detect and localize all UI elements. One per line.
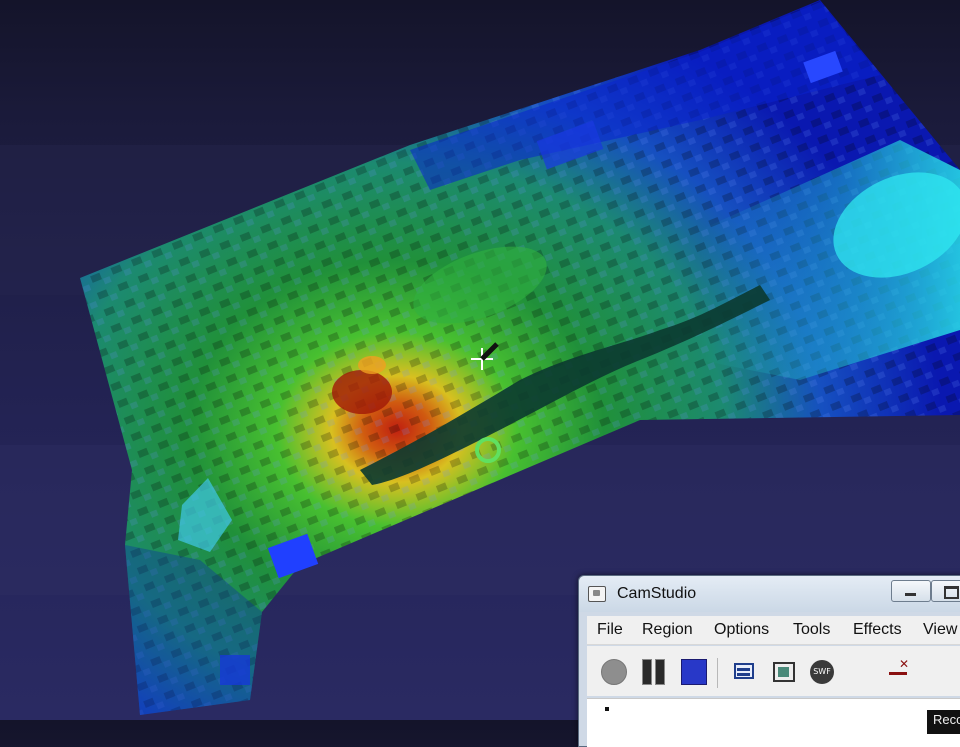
record-tooltip: Reco xyxy=(927,710,960,734)
video-file-icon[interactable] xyxy=(770,658,798,686)
toolbar-separator xyxy=(717,658,718,688)
autopan-icon[interactable] xyxy=(885,657,913,686)
app-icon xyxy=(588,586,606,602)
stop-icon[interactable] xyxy=(680,658,708,686)
menu-file[interactable]: File xyxy=(597,621,623,639)
minimize-button[interactable] xyxy=(891,580,931,602)
status-area: Reco xyxy=(587,698,960,747)
picture-in-picture-icon[interactable] xyxy=(731,658,759,686)
status-indicator xyxy=(605,707,609,711)
swf-icon[interactable] xyxy=(809,658,837,686)
menu-effects[interactable]: Effects xyxy=(853,621,902,639)
camstudio-window[interactable]: CamStudio File Region Options Tools Effe… xyxy=(578,575,960,747)
toolbar xyxy=(587,646,960,696)
maximize-button[interactable] xyxy=(931,580,960,602)
title-bar[interactable]: CamStudio xyxy=(579,576,960,612)
menu-tools[interactable]: Tools xyxy=(793,621,830,639)
pause-icon[interactable] xyxy=(640,658,668,686)
hotspot xyxy=(332,370,392,414)
crosshair-cursor-icon xyxy=(471,342,499,370)
menu-options[interactable]: Options xyxy=(714,621,769,639)
menu-bar: File Region Options Tools Effects View xyxy=(587,616,960,645)
menu-view[interactable]: View xyxy=(923,621,957,639)
record-icon[interactable] xyxy=(600,658,628,686)
hotspot-halo xyxy=(358,356,386,374)
menu-region[interactable]: Region xyxy=(642,621,693,639)
window-title: CamStudio xyxy=(617,585,697,602)
